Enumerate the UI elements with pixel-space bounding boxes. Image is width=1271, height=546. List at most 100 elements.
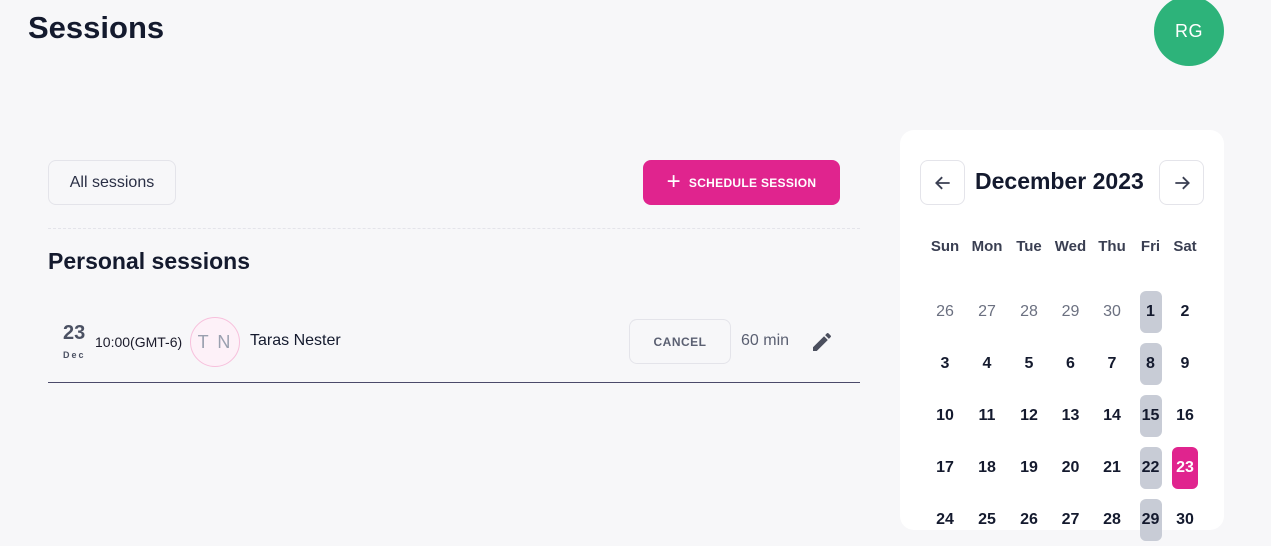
calendar-day[interactable]: 24 (924, 494, 966, 546)
session-duration: 60 min (741, 332, 790, 349)
calendar-day[interactable]: 20 (1050, 442, 1091, 494)
calendar-day[interactable]: 5 (1008, 338, 1050, 390)
calendar-day[interactable]: 29 (1050, 286, 1091, 338)
calendar-day-number: 25 (978, 511, 996, 528)
calendar-day[interactable]: 8 (1133, 338, 1168, 390)
calendar-day-number: 14 (1103, 407, 1121, 424)
schedule-session-label: SCHEDULE SESSION (688, 175, 817, 190)
session-row[interactable]: 23 Dec 10:00(GMT-6) T N Taras Nester CAN… (48, 312, 860, 383)
calendar-day[interactable]: 28 (1091, 494, 1133, 546)
calendar-day[interactable]: 25 (966, 494, 1008, 546)
calendar-day[interactable]: 12 (1008, 390, 1050, 442)
calendar-day-number: 16 (1176, 407, 1194, 424)
calendar: December 2023 Sun Mon Tue Wed Thu Fri Sa… (900, 130, 1224, 530)
calendar-day[interactable]: 14 (1091, 390, 1133, 442)
calendar-day-number: 8 (1146, 355, 1155, 372)
calendar-day-number: 19 (1020, 459, 1038, 476)
calendar-month-title: December 2023 (975, 168, 1144, 194)
client-name[interactable]: Taras Nester (250, 332, 341, 350)
calendar-day-number: 7 (1107, 355, 1117, 372)
page-title: Sessions (28, 10, 165, 45)
section-divider (48, 228, 860, 229)
weekday-label: Sun (930, 237, 960, 255)
calendar-day[interactable]: 27 (966, 286, 1008, 338)
calendar-day[interactable]: 4 (966, 338, 1008, 390)
calendar-day[interactable]: 18 (966, 442, 1008, 494)
calendar-day-number: 9 (1180, 355, 1190, 372)
calendar-day[interactable]: 27 (1050, 494, 1091, 546)
calendar-day-number: 22 (1141, 459, 1160, 476)
weekday-label: Tue (1016, 237, 1042, 255)
calendar-day-number: 3 (940, 355, 950, 372)
calendar-day-number: 30 (1103, 303, 1121, 320)
session-date-month: Dec (63, 350, 86, 360)
calendar-day[interactable]: 10 (924, 390, 966, 442)
weekday-label: Fri (1140, 237, 1161, 255)
calendar-day[interactable]: 11 (966, 390, 1008, 442)
calendar-day[interactable]: 28 (1008, 286, 1050, 338)
calendar-day-number: 29 (1141, 511, 1160, 528)
calendar-day-selected[interactable]: 23 (1168, 442, 1202, 494)
calendar-day[interactable]: 22 (1133, 442, 1168, 494)
calendar-day-number: 27 (978, 303, 996, 320)
calendar-day[interactable]: 13 (1050, 390, 1091, 442)
session-date-day: 23 (63, 322, 86, 344)
previous-month-button[interactable] (920, 160, 965, 205)
calendar-day[interactable]: 6 (1050, 338, 1091, 390)
user-avatar[interactable]: RG (1154, 0, 1224, 66)
calendar-day-number: 20 (1061, 459, 1080, 476)
calendar-day-number: 17 (936, 459, 954, 476)
calendar-day-number: 18 (978, 459, 996, 476)
calendar-day-number: 28 (1103, 511, 1121, 528)
calendar-day[interactable]: 30 (1091, 286, 1133, 338)
schedule-session-button[interactable]: + SCHEDULE SESSION (643, 160, 840, 205)
weekday-label: Mon (971, 237, 1003, 255)
calendar-day-number: 30 (1176, 511, 1194, 528)
weekday-label: Wed (1054, 237, 1087, 255)
section-title: Personal sessions (48, 248, 250, 274)
calendar-day-number: 6 (1066, 355, 1075, 372)
arrow-left-icon (934, 176, 950, 189)
calendar-day[interactable]: 26 (1008, 494, 1050, 546)
arrow-right-icon (1174, 176, 1190, 189)
calendar-day[interactable]: 17 (924, 442, 966, 494)
calendar-day[interactable]: 26 (924, 286, 966, 338)
calendar-day[interactable]: 1 (1133, 286, 1168, 338)
calendar-day-number: 13 (1061, 407, 1080, 424)
calendar-day[interactable]: 7 (1091, 338, 1133, 390)
plus-icon: + (666, 167, 681, 195)
next-month-button[interactable] (1159, 160, 1204, 205)
calendar-day-number: 26 (936, 303, 954, 320)
calendar-day-number: 5 (1024, 355, 1034, 372)
calendar-day[interactable]: 16 (1168, 390, 1202, 442)
calendar-day-number: 23 (1176, 459, 1194, 476)
calendar-day-number: 12 (1020, 407, 1038, 424)
calendar-day-number: 2 (1180, 303, 1190, 320)
weekday-label: Sat (1173, 237, 1197, 255)
calendar-day-number: 29 (1061, 303, 1080, 320)
calendar-day-number: 24 (936, 511, 954, 528)
calendar-day-number: 28 (1020, 303, 1038, 320)
calendar-day-number: 15 (1141, 407, 1160, 424)
pencil-icon[interactable] (810, 330, 834, 354)
calendar-day[interactable]: 15 (1133, 390, 1168, 442)
calendar-day-number: 27 (1061, 511, 1080, 528)
client-initials-avatar: T N (190, 317, 240, 367)
weekday-header-row: Sun Mon Tue Wed Thu Fri Sat (924, 234, 1202, 256)
calendar-day-number: 11 (978, 407, 996, 424)
calendar-day-number: 26 (1020, 511, 1038, 528)
calendar-day[interactable]: 19 (1008, 442, 1050, 494)
calendar-day[interactable]: 3 (924, 338, 966, 390)
session-time: 10:00(GMT-6) (95, 334, 183, 350)
calendar-grid: Sun Mon Tue Wed Thu Fri Sat 26 27 28 29 30 1 2… (924, 234, 1202, 546)
calendar-day[interactable]: 21 (1091, 442, 1133, 494)
weekday-label: Thu (1098, 237, 1126, 255)
calendar-day[interactable]: 29 (1133, 494, 1168, 546)
cancel-button[interactable]: CANCEL (629, 319, 731, 364)
calendar-day-number: 4 (982, 355, 992, 372)
all-sessions-button[interactable]: All sessions (48, 160, 176, 205)
calendar-day[interactable]: 2 (1168, 286, 1202, 338)
calendar-day[interactable]: 30 (1168, 494, 1202, 546)
calendar-day-number: 1 (1146, 303, 1155, 320)
calendar-day[interactable]: 9 (1168, 338, 1202, 390)
